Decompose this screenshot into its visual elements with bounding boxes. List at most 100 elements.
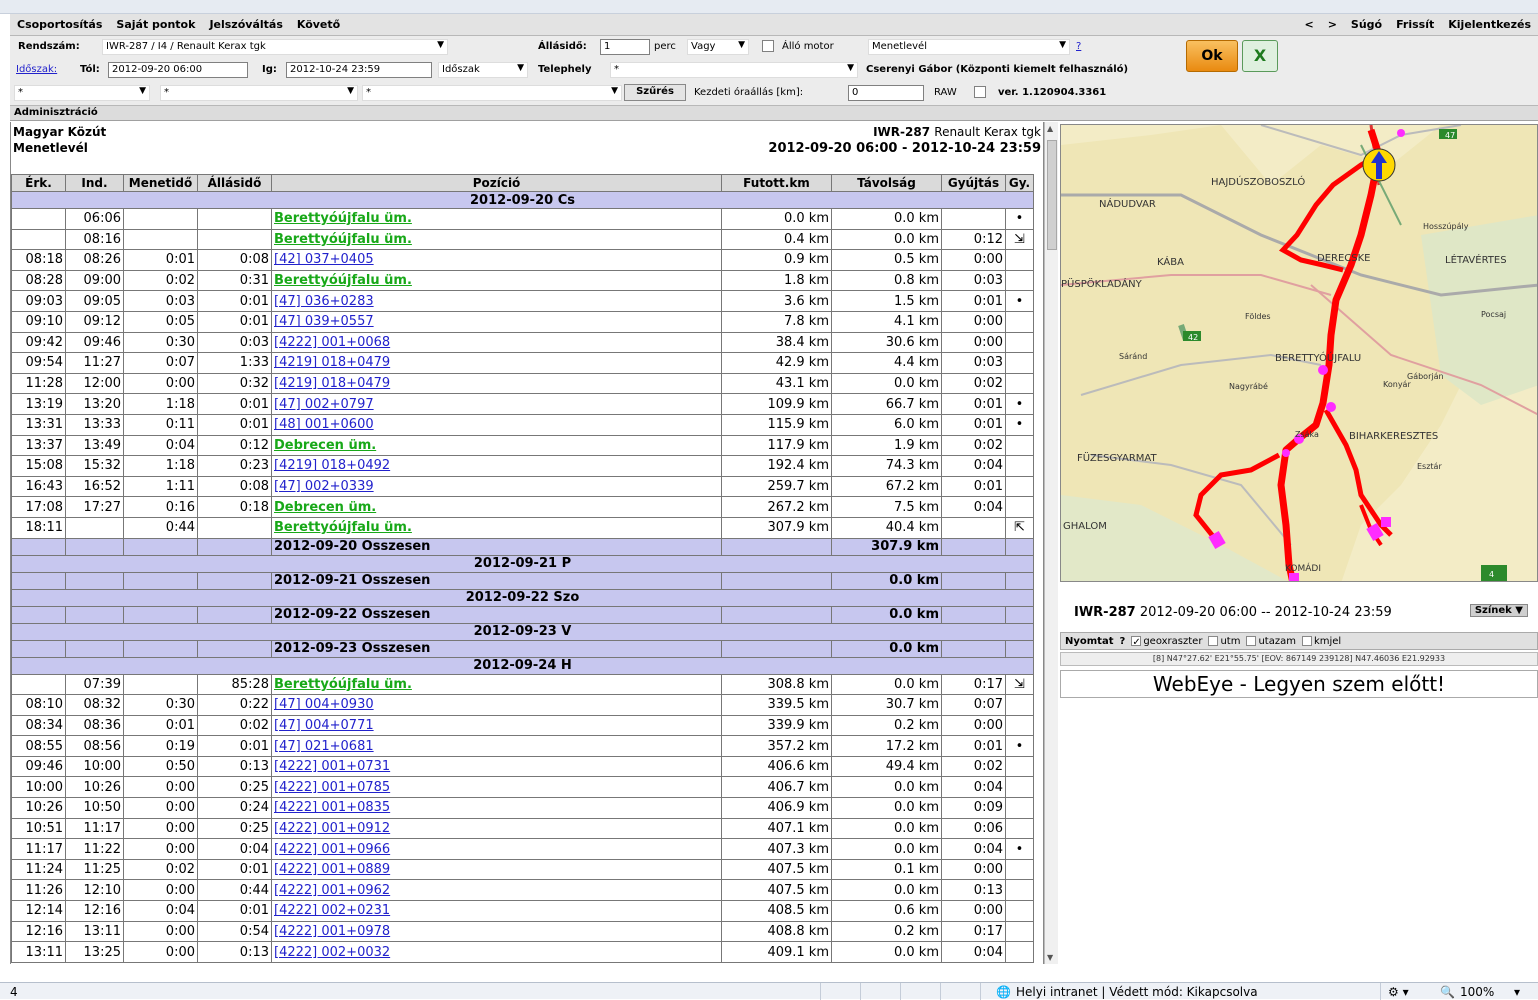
print-link[interactable]: Nyomtat [1065,636,1114,647]
utm-checkbox[interactable] [1208,635,1219,646]
col-gy[interactable]: Gy. [1005,174,1034,192]
cell-pozicio: [4222] 001+0785 [271,776,722,799]
zoom-icon[interactable]: 🔍 [1440,985,1455,999]
position-link[interactable]: [47] 021+0681 [274,739,374,754]
position-link[interactable]: Debrecen üm. [274,438,376,453]
date-to-input[interactable]: 2012-10-24 23:59 [286,62,432,78]
allo-motor-checkbox[interactable] [762,40,774,52]
position-link[interactable]: [4222] 001+0962 [274,883,390,898]
nav-back-button[interactable]: < [1297,18,1320,31]
user-label: Cserenyi Gábor (Központi kiemelt felhasz… [866,64,1129,75]
position-link[interactable]: [4219] 018+0479 [274,376,390,391]
filter-select-3[interactable]: * ▼ [362,85,622,101]
date-from-input[interactable]: 2012-09-20 06:00 [108,62,248,78]
col-pozicio[interactable]: Pozíció [271,174,722,192]
idoszak-select[interactable]: Időszak ▼ [438,62,528,78]
vagy-select[interactable]: Vagy ▼ [687,39,749,55]
map-help-link[interactable]: ? [1120,636,1126,647]
menu-koveto[interactable]: Követő [290,18,347,31]
cell-erk: 13:19 [11,393,66,415]
vehicle-select[interactable]: IWR-287 / I4 / Renault Kerax tgk ▼ [102,39,448,55]
position-link[interactable]: Berettyóújfalu üm. [274,232,412,247]
position-link[interactable]: [47] 002+0339 [274,479,374,494]
position-link[interactable]: Berettyóújfalu üm. [274,520,412,535]
position-link[interactable]: [4222] 001+0731 [274,759,390,774]
filter-select-2[interactable]: * ▼ [160,85,358,101]
zoom-chevron-down-icon[interactable]: ▾ [1514,985,1520,999]
position-link[interactable]: [4222] 001+0966 [274,842,390,857]
scroll-thumb[interactable] [1047,140,1057,250]
logout-link[interactable]: Kijelentkezés [1441,18,1538,31]
position-link[interactable]: [4222] 002+0231 [274,903,390,918]
position-link[interactable]: [4222] 002+0032 [274,945,390,960]
refresh-link[interactable]: Frissít [1389,18,1441,31]
map-canvas[interactable]: 47 42 4 HAJDÚSZOBOSZLÓ NÁDUDVAR KÁBA PÜS… [1061,125,1538,582]
day-header-row: 2012-09-23 V [11,622,1034,641]
report-help-link[interactable]: ? [1076,41,1081,52]
geoxraszter-checkbox[interactable]: ✓ [1131,635,1142,648]
col-gyujtas[interactable]: Gyújtás [941,174,1006,192]
position-link[interactable]: [47] 004+0930 [274,697,374,712]
idoszak-link[interactable]: Időszak: [16,64,57,75]
excel-export-icon[interactable]: X [1242,40,1278,72]
ok-button[interactable]: Ok [1186,40,1238,72]
kezdeti-input[interactable]: 0 [848,85,924,101]
report-type-select[interactable]: Menetlevél ▼ [868,39,1070,55]
position-link[interactable]: [47] 039+0557 [274,314,374,329]
menu-sajat-pontok[interactable]: Saját pontok [109,18,202,31]
scroll-up-icon[interactable]: ▲ [1047,124,1053,133]
position-link[interactable]: [4222] 001+0889 [274,862,390,877]
position-link[interactable]: [4222] 001+0068 [274,335,390,350]
scroll-down-icon[interactable]: ▼ [1047,953,1053,962]
cell-gyujtas: 0:04 [941,496,1006,518]
position-link[interactable]: Berettyóújfalu üm. [274,273,412,288]
geoxraszter-option[interactable]: ✓ geoxraszter [1131,635,1202,648]
utazam-option[interactable]: utazam [1246,635,1296,647]
cell-menetido: 0:00 [123,817,198,840]
col-menetido[interactable]: Menetidő [123,174,198,192]
position-link[interactable]: [4222] 001+0835 [274,800,390,815]
position-link[interactable]: [42] 037+0405 [274,252,374,267]
menu-jelszovaltas[interactable]: Jelszóváltás [202,18,289,31]
position-link[interactable]: [47] 036+0283 [274,294,374,309]
position-link[interactable]: [4219] 018+0492 [274,458,390,473]
route-map[interactable]: 47 42 4 HAJDÚSZOBOSZLÓ NÁDUDVAR KÁBA PÜS… [1060,124,1538,582]
utazam-checkbox[interactable] [1246,635,1257,646]
raw-checkbox[interactable] [974,86,986,98]
cell-allasido: 0:03 [197,331,272,354]
cell-gy-icon: • [1005,393,1034,415]
col-erk[interactable]: Érk. [11,174,66,192]
position-link[interactable]: [4222] 001+0785 [274,780,390,795]
col-futott-km[interactable]: Futott.km [721,174,832,192]
position-link[interactable]: [4222] 001+0978 [274,924,390,939]
report-scrollbar[interactable]: ▲ ▼ [1044,122,1058,964]
position-link[interactable]: Berettyóújfalu üm. [274,677,412,692]
colors-select[interactable]: Színek ▼ [1469,604,1528,617]
menu-csoportositas[interactable]: Csoportosítás [10,18,109,31]
position-link[interactable]: [47] 002+0797 [274,397,374,412]
zoom-level[interactable]: 100% [1460,985,1494,999]
position-link[interactable]: [47] 004+0771 [274,718,374,733]
kmjel-option[interactable]: kmjel [1301,635,1341,647]
position-link[interactable]: [4219] 018+0479 [274,355,390,370]
position-link[interactable]: Debrecen üm. [274,500,376,515]
col-tavolsag[interactable]: Távolság [831,174,942,192]
nav-forward-button[interactable]: > [1321,18,1344,31]
cell-allasido: 0:04 [197,838,272,860]
telephely-select[interactable]: * ▼ [610,62,858,78]
day-header-row: 2012-09-24 H [11,656,1034,675]
szures-button[interactable]: Szűrés [624,84,686,101]
help-link[interactable]: Súgó [1344,18,1389,31]
cell-allasido: 85:28 [197,673,272,696]
allasido-input[interactable]: 1 [600,39,650,55]
position-link[interactable]: [48] 001+0600 [274,417,374,432]
filter-select-1[interactable]: * ▼ [14,85,150,101]
utm-option[interactable]: utm [1208,635,1240,647]
position-link[interactable]: Berettyóújfalu üm. [274,211,412,226]
kmjel-checkbox[interactable] [1301,635,1312,646]
col-ind[interactable]: Ind. [65,174,124,192]
col-allasido[interactable]: Állásidő [197,174,272,192]
zone-settings-icon[interactable]: ⚙ ▾ [1388,985,1409,999]
position-link[interactable]: [4222] 001+0912 [274,821,390,836]
cell-erk: 15:08 [11,455,66,477]
